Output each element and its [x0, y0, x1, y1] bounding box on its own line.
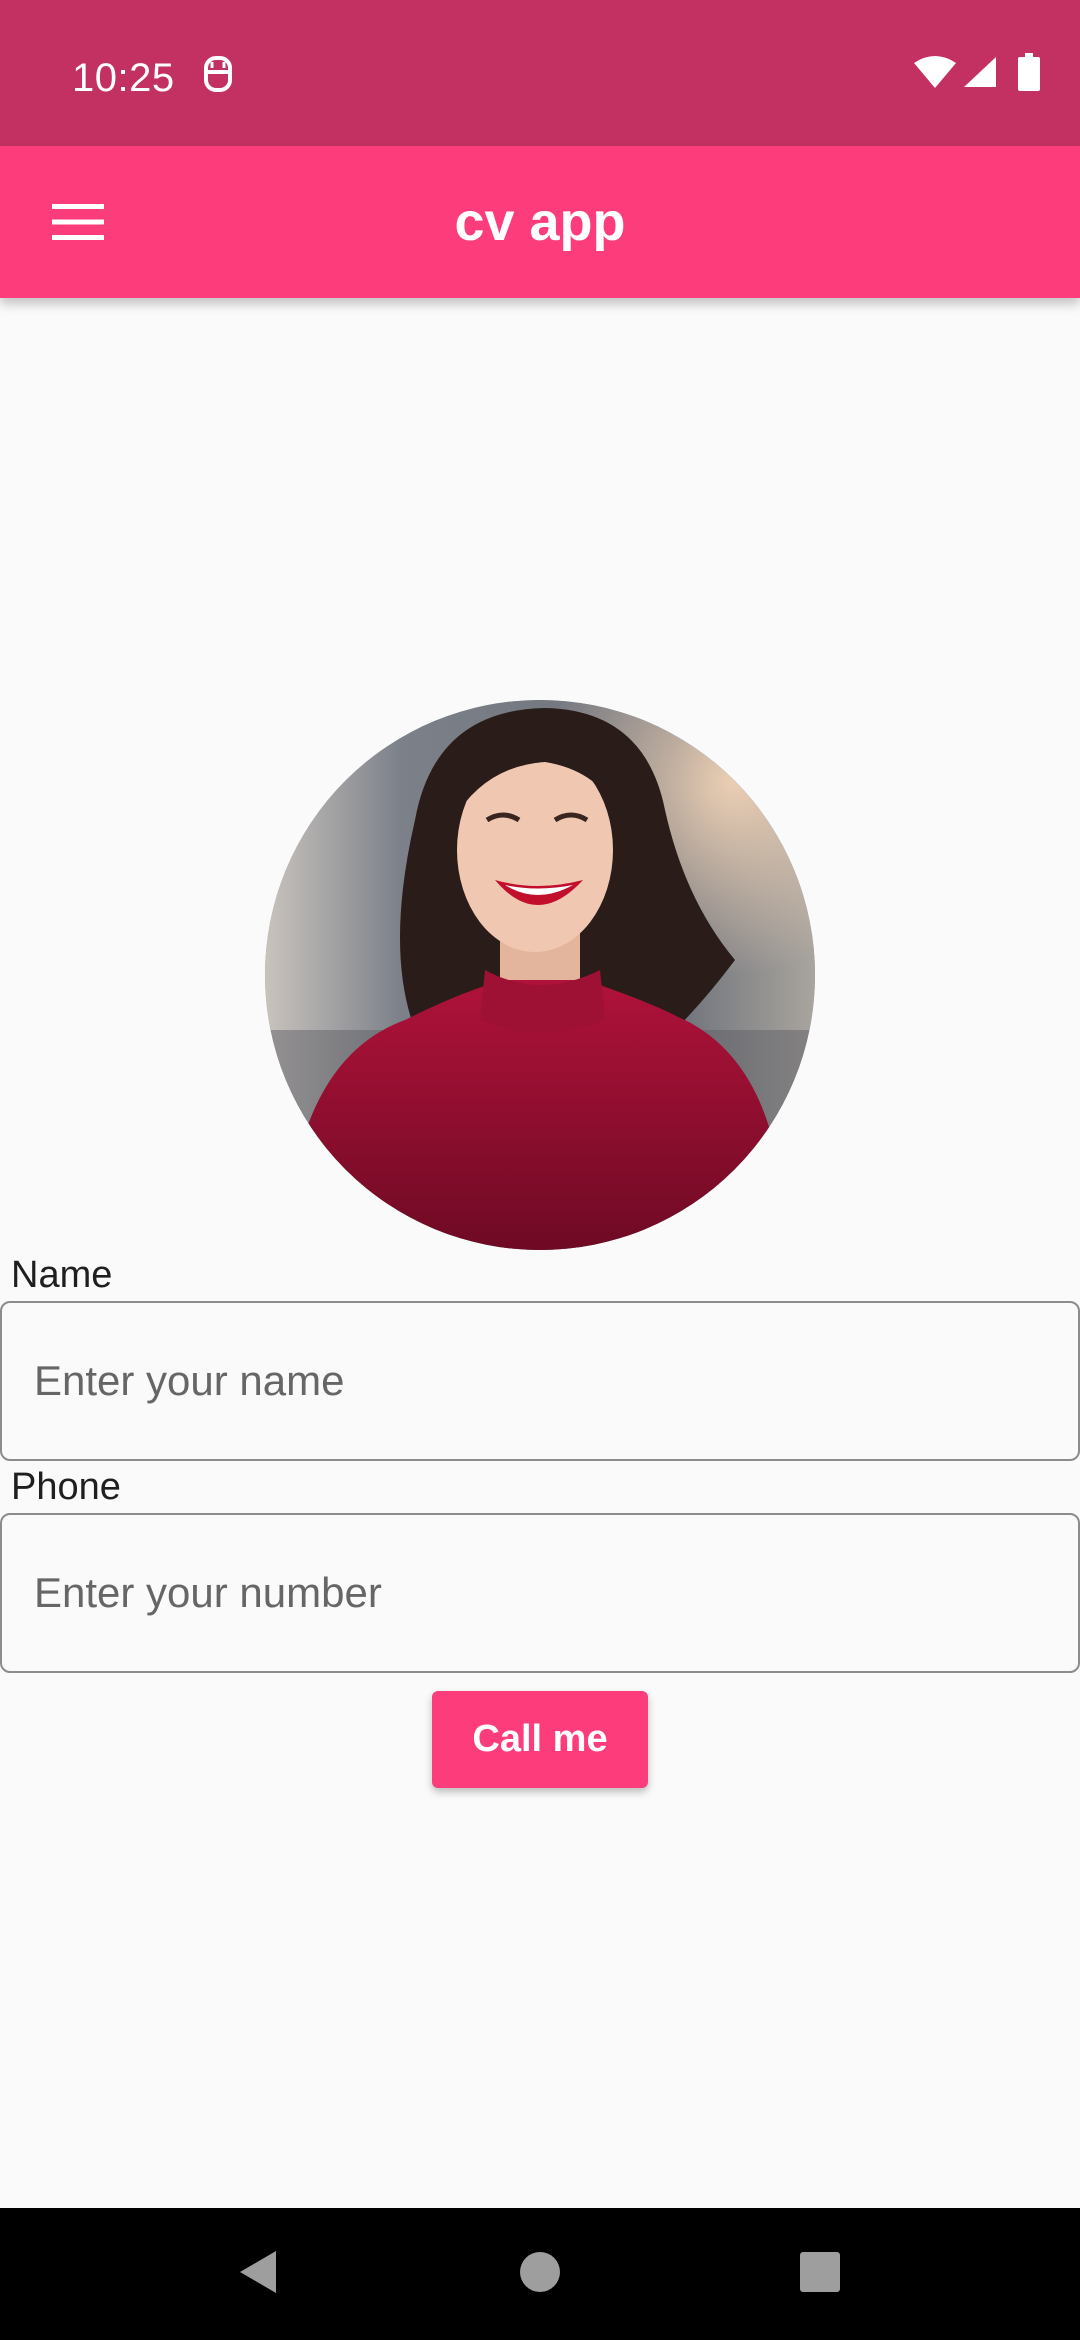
profile-photo — [265, 700, 815, 1250]
recents-icon — [799, 2251, 841, 2298]
status-icons — [914, 52, 1040, 96]
app-bar: cv app — [0, 146, 1080, 298]
recents-button[interactable] — [780, 2234, 860, 2314]
signal-icon — [962, 55, 998, 94]
app-title: cv app — [454, 192, 626, 252]
home-button[interactable] — [500, 2234, 580, 2314]
name-label: Name — [11, 1254, 113, 1296]
back-icon — [238, 2249, 278, 2300]
status-bar: 10:25 — [0, 0, 1080, 146]
phone-label: Phone — [11, 1466, 121, 1508]
navigation-bar — [0, 2208, 1080, 2340]
status-time: 10:25 — [72, 56, 175, 100]
call-me-button[interactable]: Call me — [432, 1691, 648, 1788]
home-icon — [519, 2251, 561, 2298]
back-button[interactable] — [218, 2234, 298, 2314]
battery-icon — [1018, 52, 1040, 96]
name-input[interactable] — [0, 1301, 1080, 1461]
notification-icon — [198, 52, 238, 96]
wifi-icon — [914, 55, 956, 94]
phone-input[interactable] — [0, 1513, 1080, 1673]
